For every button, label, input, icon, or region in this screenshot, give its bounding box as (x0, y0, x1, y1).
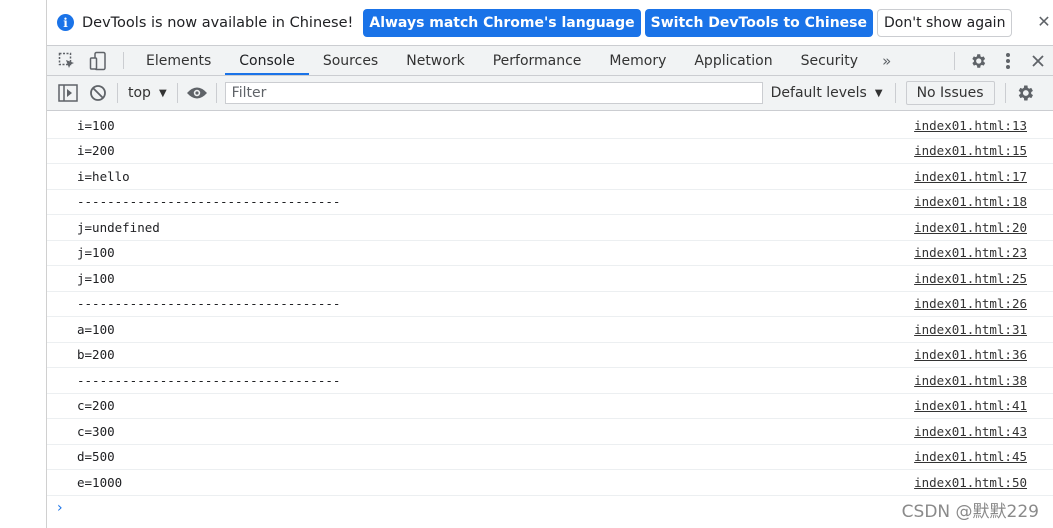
console-message: a=100 index01.html:31 (47, 317, 1053, 343)
log-levels-value: Default levels (770, 85, 867, 101)
message-source-link[interactable]: index01.html:25 (914, 271, 1027, 286)
message-source-link[interactable]: index01.html:45 (914, 449, 1027, 464)
close-devtools-icon[interactable] (1023, 54, 1053, 68)
watermark: CSDN @默默229 (901, 502, 1039, 522)
info-icon: i (57, 14, 74, 31)
message-source-link[interactable]: index01.html:26 (914, 296, 1027, 311)
console-settings-gear-icon[interactable] (1010, 83, 1040, 103)
clear-console-icon[interactable] (83, 84, 113, 102)
always-match-language-button[interactable]: Always match Chrome's language (363, 8, 641, 37)
tab-network[interactable]: Network (392, 46, 478, 75)
message-text: j=undefined (77, 219, 160, 235)
console-toolbar-divider (894, 83, 896, 103)
console-message: b=200 index01.html:36 (47, 343, 1053, 368)
console-toolbar: top ▼ Default levels ▼ No Issues (47, 76, 1053, 111)
message-source-link[interactable]: index01.html:50 (914, 475, 1027, 490)
console-message: c=300 index01.html:43 (47, 419, 1053, 445)
console-toolbar-divider (176, 83, 178, 103)
console-toolbar-divider (117, 83, 118, 103)
tab-memory[interactable]: Memory (595, 46, 680, 75)
message-text: c=300 (77, 423, 115, 439)
filter-input[interactable] (224, 82, 763, 104)
live-expression-eye-icon[interactable] (182, 86, 212, 100)
console-toolbar-divider (215, 83, 217, 103)
message-text: ----------------------------------- (77, 372, 341, 388)
message-source-link[interactable]: index01.html:15 (914, 143, 1027, 158)
dont-show-again-button[interactable]: Don't show again (877, 8, 1013, 37)
settings-gear-icon[interactable] (963, 52, 993, 70)
console-messages: i=100 index01.html:13 i=200 index01.html:1… (47, 111, 1053, 520)
message-text: i=100 (77, 117, 115, 133)
tab-security[interactable]: Security (787, 46, 873, 75)
message-text: j=100 (77, 245, 115, 261)
tab-application[interactable]: Application (680, 46, 786, 75)
console-toolbar-divider (1004, 83, 1006, 103)
page-left-gutter (0, 0, 47, 528)
message-text: c=200 (77, 398, 115, 414)
context-selector[interactable]: top ▼ (122, 85, 173, 101)
message-source-link[interactable]: index01.html:23 (914, 245, 1027, 260)
message-source-link[interactable]: index01.html:18 (914, 194, 1027, 209)
tabbar-divider (123, 52, 124, 69)
language-infobar: i DevTools is now available in Chinese! … (47, 0, 1053, 46)
console-message: i=100 index01.html:13 (47, 113, 1053, 139)
tab-performance[interactable]: Performance (479, 46, 596, 75)
tab-sources[interactable]: Sources (309, 46, 392, 75)
console-message: i=200 index01.html:15 (47, 139, 1053, 164)
console-message: i=hello index01.html:17 (47, 164, 1053, 190)
console-message: c=200 index01.html:41 (47, 394, 1053, 419)
more-options-icon[interactable] (993, 52, 1023, 70)
console-message: e=1000 index01.html:50 (47, 470, 1053, 496)
message-source-link[interactable]: index01.html:17 (914, 169, 1027, 184)
console-message: d=500 index01.html:45 (47, 445, 1053, 470)
message-text: d=500 (77, 449, 115, 465)
switch-to-chinese-button[interactable]: Switch DevTools to Chinese (644, 8, 873, 37)
prompt-chevron-icon: › (57, 499, 63, 516)
issues-button[interactable]: No Issues (905, 81, 995, 105)
tabbar-right-divider (954, 51, 955, 70)
message-source-link[interactable]: index01.html:13 (914, 118, 1027, 133)
console-message: j=undefined index01.html:20 (47, 215, 1053, 241)
tab-elements[interactable]: Elements (132, 46, 225, 75)
infobar-message: DevTools is now available in Chinese! (82, 14, 354, 31)
devtools-panel: i DevTools is now available in Chinese! … (47, 0, 1053, 528)
message-text: a=100 (77, 321, 115, 337)
message-text: j=100 (77, 270, 115, 286)
message-text: i=200 (77, 143, 115, 159)
message-text: b=200 (77, 347, 115, 363)
console-message: ----------------------------------- index… (47, 190, 1053, 215)
chevron-down-icon: ▼ (158, 87, 167, 99)
tabbar-right-controls (946, 46, 1053, 75)
sidebar-toggle-icon[interactable] (53, 84, 83, 102)
more-tabs-icon[interactable]: » (872, 46, 901, 75)
message-source-link[interactable]: index01.html:41 (914, 398, 1027, 413)
message-text: i=hello (77, 168, 130, 184)
message-source-link[interactable]: index01.html:31 (914, 322, 1027, 337)
message-text: ----------------------------------- (77, 194, 341, 210)
console-message: ----------------------------------- index… (47, 368, 1053, 394)
console-message: j=100 index01.html:25 (47, 266, 1053, 292)
log-levels-dropdown[interactable]: Default levels ▼ (763, 85, 891, 101)
message-source-link[interactable]: index01.html:36 (914, 347, 1027, 362)
tab-console[interactable]: Console (225, 46, 309, 75)
message-source-link[interactable]: index01.html:38 (914, 373, 1027, 388)
message-text: e=1000 (77, 474, 123, 490)
device-toolbar-icon[interactable] (83, 46, 115, 75)
devtools-tabbar: Elements Console Sources Network Perform… (47, 46, 1053, 76)
message-source-link[interactable]: index01.html:43 (914, 424, 1027, 439)
message-source-link[interactable]: index01.html:20 (914, 220, 1027, 235)
inspect-element-icon[interactable] (51, 46, 83, 75)
close-infobar-icon[interactable]: ✕ (1035, 12, 1053, 31)
console-message: ----------------------------------- index… (47, 292, 1053, 317)
message-text: ----------------------------------- (77, 296, 341, 312)
console-message: j=100 index01.html:23 (47, 241, 1053, 266)
context-value: top (128, 85, 151, 101)
chevron-down-icon: ▼ (874, 87, 883, 99)
